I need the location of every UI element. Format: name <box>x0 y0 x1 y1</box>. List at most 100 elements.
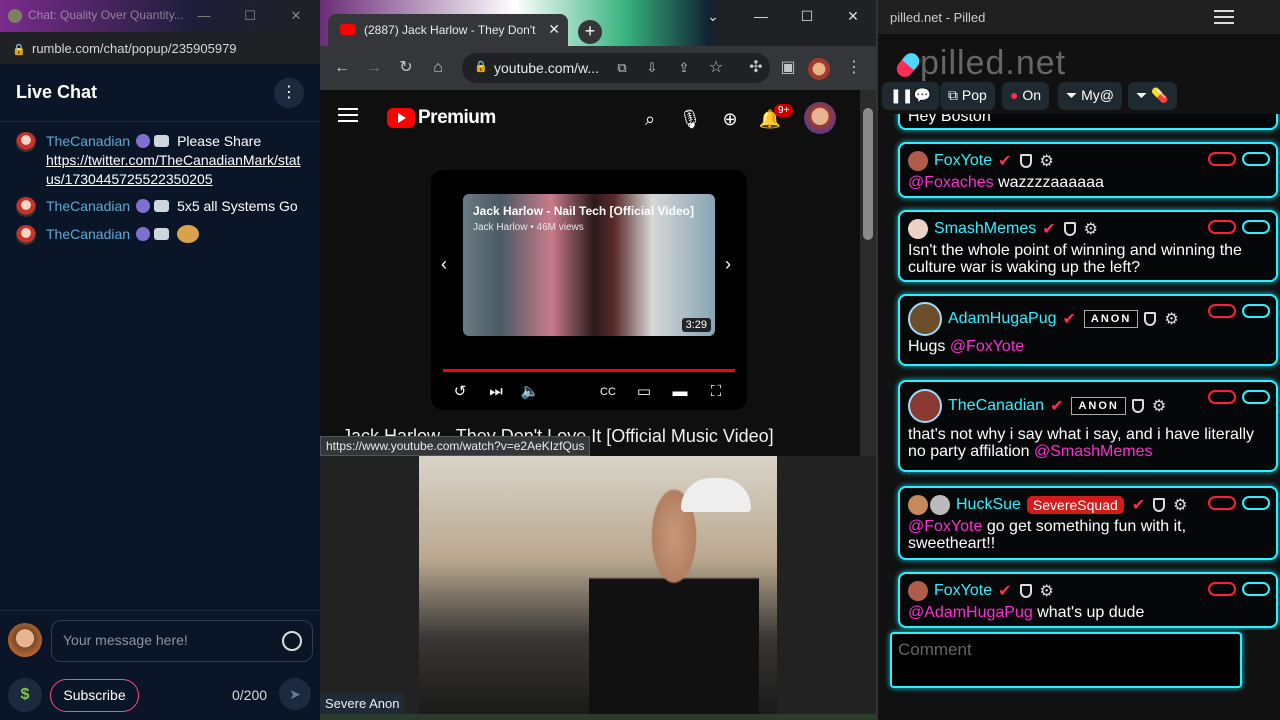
hamburger-menu-icon[interactable] <box>338 108 358 122</box>
maximize-button[interactable]: ☐ <box>784 0 830 32</box>
blue-pill-icon[interactable] <box>1242 390 1270 404</box>
video-thumbnail[interactable]: Jack Harlow - Nail Tech [Official Video]… <box>463 194 715 336</box>
filter-mentions-button[interactable]: ⏷ My@ <box>1058 82 1122 110</box>
message-input[interactable]: Your message here! <box>51 620 313 662</box>
gear-icon[interactable]: ⚙ <box>1164 309 1178 329</box>
chat-username[interactable]: FoxYote <box>934 582 992 600</box>
chat-mention[interactable]: @SmashMemes <box>1034 443 1153 460</box>
avatar <box>908 389 942 423</box>
minimize-button[interactable]: — <box>738 0 784 32</box>
microphone-icon[interactable]: 🎙 <box>678 107 702 131</box>
open-in-app-icon[interactable]: ⧉ <box>610 56 634 80</box>
back-icon[interactable]: ← <box>330 56 354 80</box>
blue-pill-icon[interactable] <box>1242 304 1270 318</box>
volume-icon[interactable]: 🔈 <box>519 382 541 402</box>
chat-mention[interactable]: @FoxYote <box>908 518 982 535</box>
shield-icon[interactable] <box>1019 584 1032 598</box>
shield-icon[interactable] <box>1063 222 1076 236</box>
youtube-premium-logo[interactable]: Premium <box>387 107 496 129</box>
more-options-icon[interactable]: ⋮ <box>274 77 304 108</box>
extensions-icon[interactable]: ✣ <box>744 56 768 80</box>
on-toggle-button[interactable]: ● On <box>1002 82 1050 110</box>
red-pill-icon[interactable] <box>1208 496 1236 510</box>
home-icon[interactable]: ⌂ <box>426 56 450 80</box>
rumble-address-bar[interactable]: 🔒 rumble.com/chat/popup/235905979 <box>0 32 320 64</box>
red-pill-icon[interactable] <box>1208 582 1236 596</box>
next-track-icon[interactable]: ⏭ <box>485 382 507 402</box>
chat-message-text: Hugs <box>908 338 946 355</box>
theater-mode-icon[interactable]: ▬ <box>669 382 691 402</box>
side-panel-icon[interactable]: ▣ <box>776 56 800 80</box>
comment-input[interactable]: Comment <box>890 632 1242 688</box>
tab-youtube[interactable]: (2887) Jack Harlow - They Don't ✕ <box>328 14 568 46</box>
chat-username[interactable]: FoxYote <box>934 152 992 170</box>
blue-pill-icon[interactable] <box>1242 582 1270 596</box>
tab-close-icon[interactable]: ✕ <box>548 21 560 38</box>
red-pill-icon[interactable] <box>1208 304 1236 318</box>
chat-message-link[interactable]: https://twitter.com/TheCanadianMark/stat… <box>46 152 300 187</box>
replay-icon[interactable]: ↺ <box>449 382 471 402</box>
send-icon[interactable]: ➤ <box>279 678 311 710</box>
chat-username[interactable]: TheCanadian <box>948 397 1044 415</box>
fullscreen-icon[interactable]: ⛶ <box>705 382 727 402</box>
bookmark-star-icon[interactable]: ☆ <box>704 56 728 80</box>
shield-icon[interactable] <box>1019 154 1032 168</box>
subscribe-button[interactable]: Subscribe <box>50 679 139 712</box>
previous-chevron-icon[interactable]: ‹ <box>441 254 447 275</box>
blue-pill-icon[interactable] <box>1242 152 1270 166</box>
install-icon[interactable]: ⇩ <box>640 56 664 80</box>
shield-icon[interactable] <box>1144 312 1157 326</box>
new-tab-button[interactable]: + <box>578 20 602 44</box>
pop-button[interactable]: ⧉ Pop <box>940 82 995 110</box>
chat-username[interactable]: TheCanadian <box>46 226 130 242</box>
chat-mention[interactable]: @Foxaches <box>908 174 994 191</box>
chrome-menu-icon[interactable]: ⋮ <box>842 56 866 80</box>
reload-icon[interactable]: ↻ <box>394 56 418 80</box>
filter-pill-button[interactable]: ⏷ 💊 <box>1128 82 1177 110</box>
profile-avatar[interactable] <box>808 58 830 80</box>
hamburger-menu-icon[interactable] <box>1214 10 1234 24</box>
miniplayer-icon[interactable]: ▭ <box>633 382 655 402</box>
chat-username[interactable]: TheCanadian <box>46 198 130 214</box>
gear-icon[interactable]: ⚙ <box>1040 581 1054 601</box>
chat-username[interactable]: AdamHugaPug <box>948 310 1057 328</box>
chat-username[interactable]: HuckSue <box>956 496 1021 514</box>
chat-mention[interactable]: @AdamHugaPug <box>908 604 1033 621</box>
share-icon[interactable]: ⇪ <box>672 56 696 80</box>
maximize-button[interactable]: ☐ <box>240 6 260 26</box>
emoji-icon[interactable] <box>282 631 302 651</box>
forward-icon[interactable]: → <box>362 56 386 80</box>
blue-pill-icon[interactable] <box>1242 496 1270 510</box>
shield-icon[interactable] <box>1153 498 1166 512</box>
video-progress-bar[interactable] <box>443 369 735 372</box>
chat-mention[interactable]: @FoxYote <box>950 338 1024 355</box>
red-pill-icon[interactable] <box>1208 220 1236 234</box>
search-icon[interactable]: ⌕ <box>638 107 662 131</box>
squad-badge[interactable]: SevereSquad <box>1026 496 1124 514</box>
tab-search-icon[interactable]: ⌄ <box>690 0 736 32</box>
close-button[interactable]: ✕ <box>830 0 876 32</box>
shield-icon[interactable] <box>1131 399 1144 413</box>
red-pill-icon[interactable] <box>1208 390 1236 404</box>
avatar[interactable] <box>804 102 836 134</box>
rant-dollar-button[interactable]: $ <box>8 678 42 712</box>
scrollbar-thumb[interactable] <box>863 108 873 240</box>
gear-icon[interactable]: ⚙ <box>1040 151 1054 171</box>
chat-username[interactable]: TheCanadian <box>46 133 130 149</box>
gear-icon[interactable]: ⚙ <box>1173 495 1187 515</box>
page-scrollbar[interactable] <box>860 90 876 456</box>
captions-icon[interactable]: CC <box>597 382 619 402</box>
create-video-icon[interactable]: ⊕ <box>718 107 742 131</box>
gear-icon[interactable]: ⚙ <box>1084 219 1098 239</box>
close-button[interactable]: ✕ <box>286 6 306 26</box>
avatar <box>16 225 36 245</box>
chat-username[interactable]: SmashMemes <box>934 220 1036 238</box>
minimize-button[interactable]: — <box>194 6 214 26</box>
chat-toggle-button[interactable]: ❚❚💬 <box>882 82 939 110</box>
red-pill-icon[interactable] <box>1208 152 1236 166</box>
webcam-video <box>419 456 777 714</box>
next-chevron-icon[interactable]: › <box>725 254 731 275</box>
blue-pill-icon[interactable] <box>1242 220 1270 234</box>
mini-player[interactable]: Jack Harlow - Nail Tech [Official Video]… <box>431 170 747 410</box>
gear-icon[interactable]: ⚙ <box>1152 396 1166 416</box>
